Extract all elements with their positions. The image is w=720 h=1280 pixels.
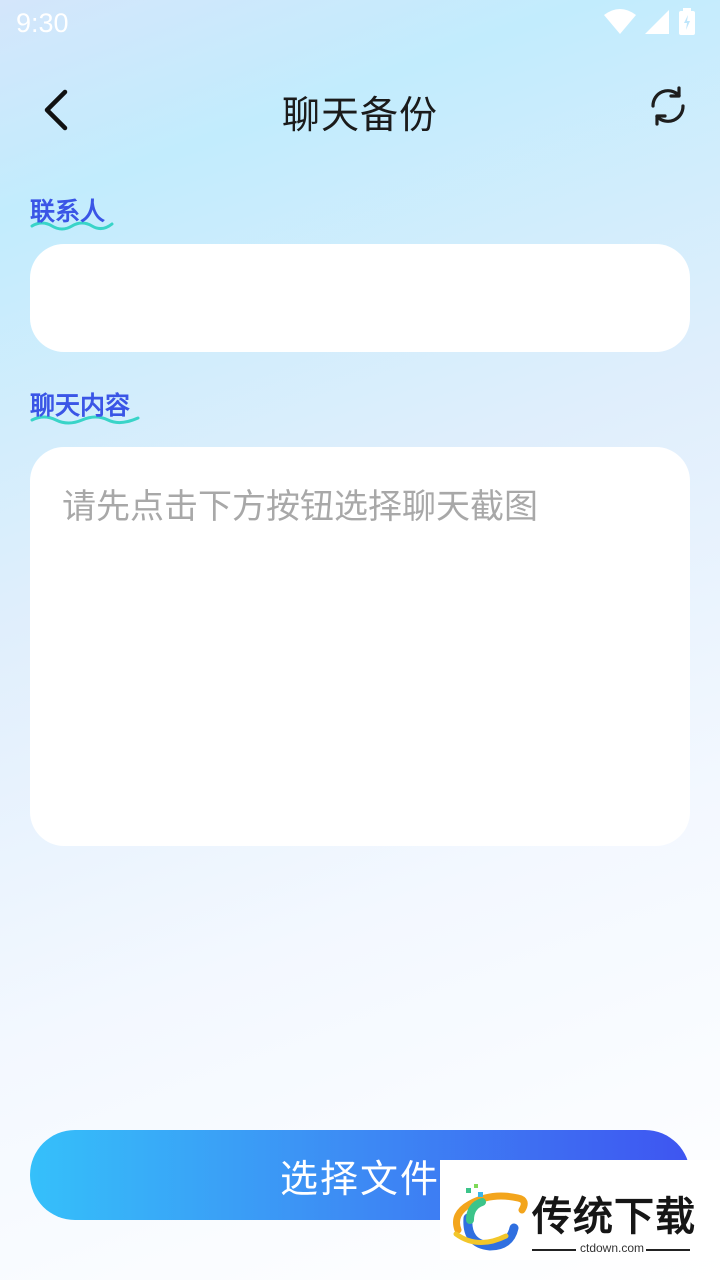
status-time: 9:30 xyxy=(16,8,69,38)
top-bar: 聊天备份 xyxy=(0,70,720,150)
chat-content-label: 聊天内容 xyxy=(30,386,140,425)
contact-label: 联系人 xyxy=(30,192,114,231)
status-icons xyxy=(604,8,696,40)
watermark-divider xyxy=(646,1249,690,1251)
status-bar: 9:30 xyxy=(0,0,720,50)
chat-content-label-text: 聊天内容 xyxy=(30,391,131,420)
watermark-divider xyxy=(532,1249,576,1251)
ctdown-logo-icon xyxy=(448,1184,528,1258)
refresh-button[interactable] xyxy=(638,78,698,138)
refresh-icon xyxy=(646,84,690,132)
page-title: 聊天备份 xyxy=(281,93,438,137)
contact-input[interactable] xyxy=(30,244,690,352)
battery-icon xyxy=(678,8,696,40)
signal-icon xyxy=(644,9,670,39)
select-file-label: 选择文件 xyxy=(279,1156,440,1201)
chat-content-textarea[interactable] xyxy=(30,447,690,846)
contact-label-text: 联系人 xyxy=(30,197,106,226)
watermark-brand: 传统下载 xyxy=(532,1194,696,1240)
wifi-icon xyxy=(604,9,636,39)
watermark: 传统下载 ctdown.com xyxy=(440,1160,720,1260)
watermark-url: ctdown.com xyxy=(580,1241,645,1255)
